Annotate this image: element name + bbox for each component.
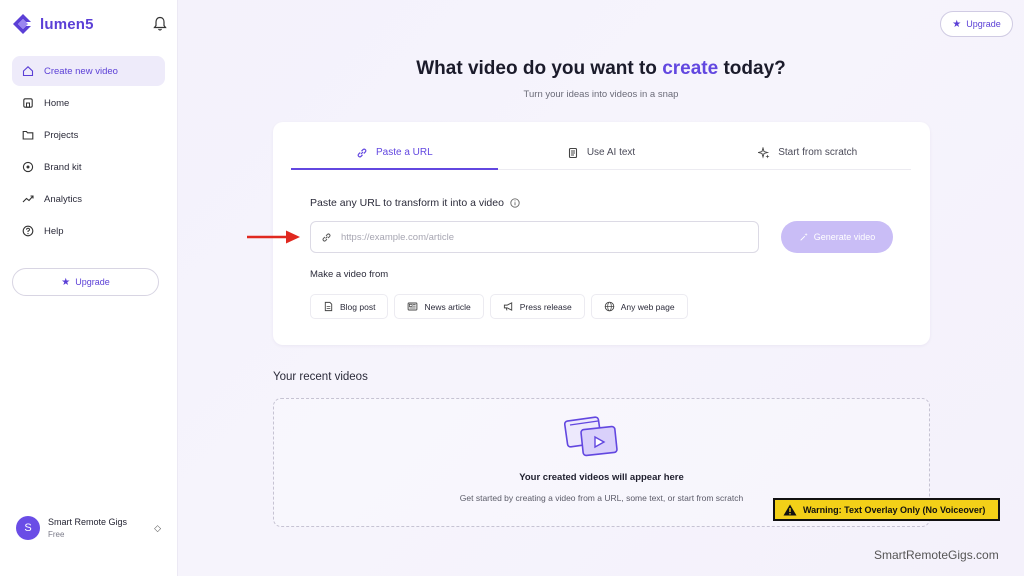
user-info: Smart Remote Gigs Free	[48, 517, 127, 539]
sidebar-item-home[interactable]: Home	[12, 88, 165, 118]
warning-icon	[783, 504, 797, 515]
create-video-card: Paste a URL Use AI text Start from scrat…	[273, 122, 930, 345]
tab-start-from-scratch[interactable]: Start from scratch	[704, 136, 911, 169]
tab-paste-url[interactable]: Paste a URL	[291, 136, 498, 170]
chip-label: Any web page	[620, 301, 675, 312]
chip-any-web-page[interactable]: Any web page	[590, 294, 688, 319]
sidebar: lumen5 Create new video Home Projects Br…	[0, 0, 178, 576]
title-part: What video do you want to	[416, 58, 663, 79]
link-icon	[357, 148, 367, 157]
newspaper-icon	[408, 302, 418, 311]
sidebar-item-label: Create new video	[44, 65, 118, 77]
recent-videos-heading: Your recent videos	[273, 371, 368, 383]
arrow-annotation-icon	[247, 230, 300, 244]
info-icon[interactable]	[510, 198, 520, 208]
page-title: What video do you want to create today?	[178, 58, 1024, 80]
user-plan: Free	[48, 530, 65, 539]
warning-banner: Warning: Text Overlay Only (No Voiceover…	[773, 498, 1000, 521]
star-icon: ★	[952, 18, 962, 30]
tab-label: Start from scratch	[778, 147, 858, 158]
url-input-wrapper[interactable]	[310, 221, 759, 253]
document-icon	[568, 147, 577, 158]
url-field-label: Paste any URL to transform it into a vid…	[310, 197, 520, 209]
bell-icon[interactable]	[153, 16, 167, 32]
trend-icon	[22, 195, 34, 203]
video-clips-illustration-icon	[564, 416, 618, 457]
upgrade-label: Upgrade	[75, 277, 110, 287]
watermark: SmartRemoteGigs.com	[874, 548, 999, 562]
sidebar-item-label: Analytics	[44, 193, 83, 205]
chip-label: Press release	[519, 301, 572, 312]
sidebar-item-label: Brand kit	[44, 161, 82, 173]
title-part: today?	[718, 58, 786, 79]
chip-label: Blog post	[340, 301, 376, 312]
title-accent: create	[662, 58, 719, 79]
sparkle-icon	[758, 146, 770, 159]
folder-icon	[22, 130, 34, 140]
tab-use-ai-text[interactable]: Use AI text	[498, 136, 705, 169]
house-icon	[23, 98, 33, 108]
sidebar-item-projects[interactable]: Projects	[12, 120, 165, 150]
globe-icon	[604, 301, 614, 312]
make-video-from-label: Make a video from	[310, 269, 389, 280]
tab-label: Paste a URL	[375, 147, 433, 158]
generate-video-button[interactable]: Generate video	[781, 221, 893, 253]
chevron-updown-icon[interactable]: ◇	[154, 523, 161, 534]
sidebar-item-analytics[interactable]: Analytics	[12, 184, 165, 214]
sidebar-item-label: Home	[44, 97, 70, 109]
avatar: S	[16, 516, 40, 540]
generate-label: Generate video	[813, 232, 876, 242]
lumen5-logo-icon	[13, 14, 31, 34]
chip-blog-post[interactable]: Blog post	[310, 294, 389, 319]
source-tabs: Paste a URL Use AI text Start from scrat…	[291, 136, 911, 170]
user-profile[interactable]: S Smart Remote Gigs Free ◇	[16, 516, 161, 540]
upgrade-label: Upgrade	[966, 19, 1001, 29]
tab-label: Use AI text	[586, 147, 636, 158]
link-icon	[322, 232, 331, 242]
sidebar-upgrade-button[interactable]: ★ Upgrade	[12, 268, 159, 296]
sidebar-item-create-new-video[interactable]: Create new video	[12, 56, 165, 86]
document-icon	[324, 301, 333, 312]
source-type-chips: Blog post News article Press release Any…	[310, 294, 688, 319]
help-icon	[22, 225, 34, 237]
page-subtitle: Turn your ideas into videos in a snap	[523, 89, 679, 100]
empty-state-title: Your created videos will appear here	[519, 472, 684, 483]
sidebar-item-label: Help	[44, 225, 64, 237]
header-upgrade-button[interactable]: ★ Upgrade	[940, 11, 1013, 37]
brand-name: lumen5	[40, 15, 94, 33]
palette-icon	[22, 161, 34, 173]
user-name: Smart Remote Gigs	[48, 517, 128, 527]
chip-news-article[interactable]: News article	[394, 294, 484, 319]
sidebar-item-label: Projects	[44, 129, 79, 141]
sidebar-item-help[interactable]: Help	[12, 216, 165, 246]
logo[interactable]: lumen5	[12, 13, 94, 35]
url-label-text: Paste any URL to transform it into a vid…	[310, 197, 504, 209]
magic-wand-icon	[800, 232, 808, 241]
warning-text: Warning: Text Overlay Only (No Voiceover…	[803, 504, 986, 515]
sidebar-nav: Create new video Home Projects Brand kit…	[12, 56, 165, 248]
home-icon	[22, 66, 34, 77]
url-input[interactable]	[341, 231, 741, 243]
sidebar-item-brand-kit[interactable]: Brand kit	[12, 152, 165, 182]
chip-label: News article	[424, 301, 471, 312]
megaphone-icon	[503, 302, 512, 311]
star-icon: ★	[61, 276, 71, 288]
chip-press-release[interactable]: Press release	[489, 294, 585, 319]
